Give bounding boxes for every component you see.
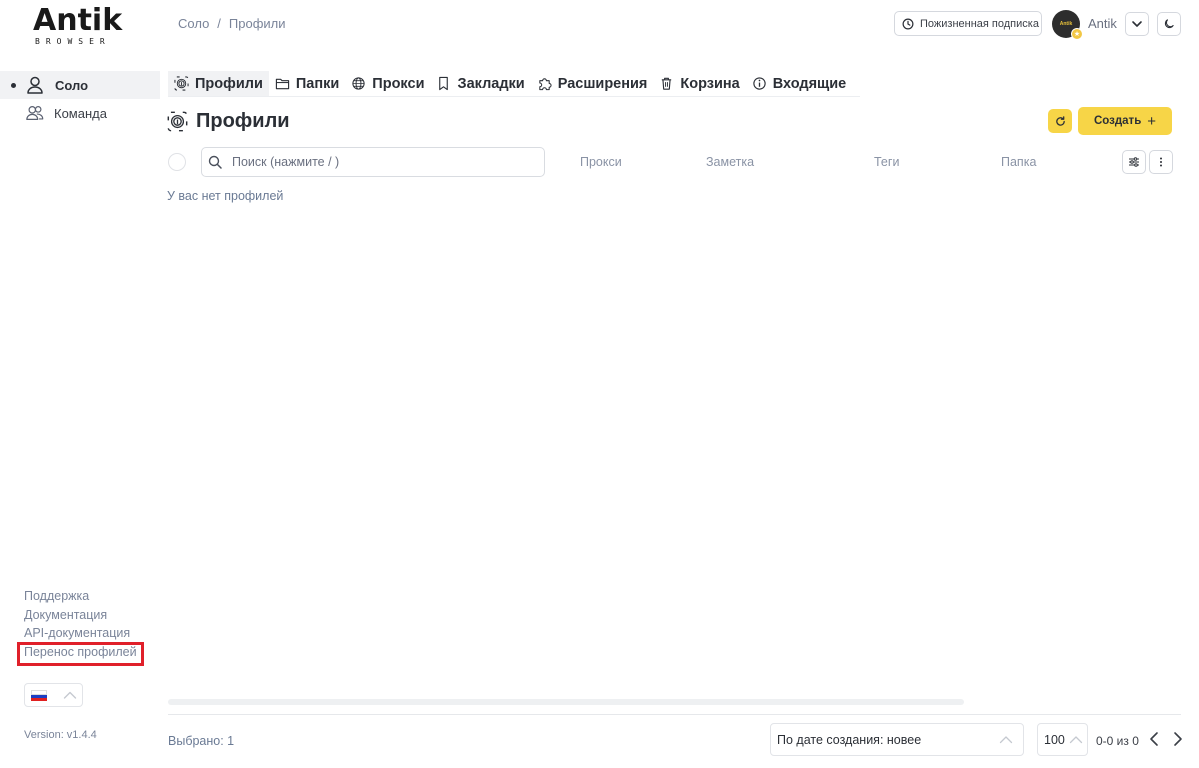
rows-per-page-select[interactable]: 100 (1037, 723, 1088, 756)
tab-bookmarks[interactable]: Закладки (430, 71, 530, 96)
highlight-frame (17, 642, 144, 666)
tab-extensions[interactable]: Расширения (531, 71, 654, 96)
chevron-up-icon (999, 736, 1013, 744)
subscription-label: Пожизненная подписка (920, 17, 1039, 30)
users-icon (26, 106, 44, 120)
create-label: Создать (1093, 115, 1142, 127)
user-menu-button[interactable] (1125, 12, 1149, 36)
puzzle-icon (539, 78, 552, 91)
globe-icon (352, 77, 365, 90)
breadcrumb-current: Профили (228, 16, 286, 31)
avatar-text: Antik (1059, 21, 1073, 27)
column-settings-button[interactable] (1122, 150, 1146, 174)
folder-icon (275, 78, 290, 90)
chevron-up-icon (1069, 736, 1083, 744)
column-header-folder[interactable]: Папка (1001, 155, 1036, 169)
tab-trash[interactable]: Корзина (653, 71, 745, 96)
footer-divider (168, 714, 1181, 715)
tab-label: Входящие (772, 75, 847, 92)
documentation-link[interactable]: Документация (24, 608, 137, 627)
language-select[interactable] (24, 683, 83, 707)
logo-subtext: BROWSER (35, 37, 111, 46)
active-dot (11, 82, 16, 88)
bookmark-icon (439, 76, 449, 91)
tab-label: Закладки (457, 75, 525, 92)
app-version: Version: v1.4.4 (24, 729, 97, 741)
horizontal-scrollbar[interactable] (168, 699, 964, 705)
empty-state-message: У вас нет профилей (167, 189, 284, 203)
info-icon (753, 77, 766, 90)
breadcrumb: Соло / Профили (178, 16, 286, 31)
sliders-icon (1129, 157, 1139, 167)
tab-label: Прокси (372, 75, 425, 92)
chevron-down-icon (1132, 21, 1142, 27)
trash-icon (662, 77, 672, 90)
section-tabs: Профили Папки Прокси Закладки Расширения… (168, 71, 860, 97)
select-all-checkbox[interactable] (168, 153, 186, 171)
sidebar-item-team[interactable]: Команда (0, 99, 160, 127)
clock-icon (902, 18, 914, 29)
selected-count: Выбрано: 1 (168, 734, 235, 748)
create-profile-button[interactable]: Создать + (1078, 107, 1172, 135)
subscription-button[interactable]: Пожизненная подписка (894, 11, 1042, 36)
search-icon (208, 155, 222, 169)
russia-flag-icon (31, 689, 47, 701)
tab-label: Профили (195, 75, 263, 92)
column-header-tags[interactable]: Теги (874, 155, 899, 169)
breadcrumb-solo[interactable]: Соло (178, 16, 209, 31)
sort-value: По дате создания: новее (777, 732, 922, 747)
tab-inbox[interactable]: Входящие (746, 71, 853, 96)
user-name[interactable]: Antik (1088, 16, 1117, 31)
search-field[interactable] (201, 147, 545, 177)
star-icon: ★ (1071, 28, 1083, 40)
tab-profiles[interactable]: Профили (168, 71, 269, 96)
page-title: Профили (167, 110, 290, 133)
sidebar-item-label: Соло (55, 77, 89, 93)
support-link[interactable]: Поддержка (24, 589, 137, 608)
app-logo[interactable]: Antik BROWSER (33, 3, 133, 47)
tab-proxies[interactable]: Прокси (345, 71, 430, 96)
refresh-button[interactable] (1048, 109, 1072, 133)
sort-select[interactable]: По дате создания: новее (770, 723, 1024, 756)
tab-label: Расширения (557, 75, 648, 92)
column-header-proxy[interactable]: Прокси (580, 155, 622, 169)
search-input[interactable] (232, 155, 522, 169)
tab-folders[interactable]: Папки (269, 71, 345, 96)
next-page-icon[interactable] (1172, 731, 1184, 747)
plus-icon: + (1147, 112, 1157, 130)
user-icon (27, 76, 43, 94)
more-vertical-icon (1160, 157, 1162, 167)
refresh-icon (1055, 115, 1065, 126)
breadcrumb-separator: / (217, 16, 221, 31)
column-header-note[interactable]: Заметка (706, 155, 754, 169)
fingerprint-icon (174, 76, 189, 91)
sidebar-item-label: Команда (54, 105, 107, 121)
avatar[interactable]: Antik ★ (1052, 10, 1083, 40)
chevron-up-icon (63, 691, 77, 699)
previous-page-icon[interactable] (1148, 731, 1160, 747)
logo-text: Antik (33, 3, 123, 38)
pagination-range: 0-0 из 0 (1096, 734, 1139, 748)
more-options-button[interactable] (1149, 150, 1173, 174)
fingerprint-icon (167, 111, 188, 132)
per-page-value: 100 (1044, 732, 1065, 747)
theme-toggle-button[interactable] (1157, 12, 1181, 36)
moon-icon (1164, 19, 1174, 29)
tab-label: Корзина (680, 75, 740, 92)
tab-label: Папки (295, 75, 340, 92)
sidebar-item-solo[interactable]: Соло (0, 71, 160, 99)
page-title-text: Профили (196, 110, 290, 132)
